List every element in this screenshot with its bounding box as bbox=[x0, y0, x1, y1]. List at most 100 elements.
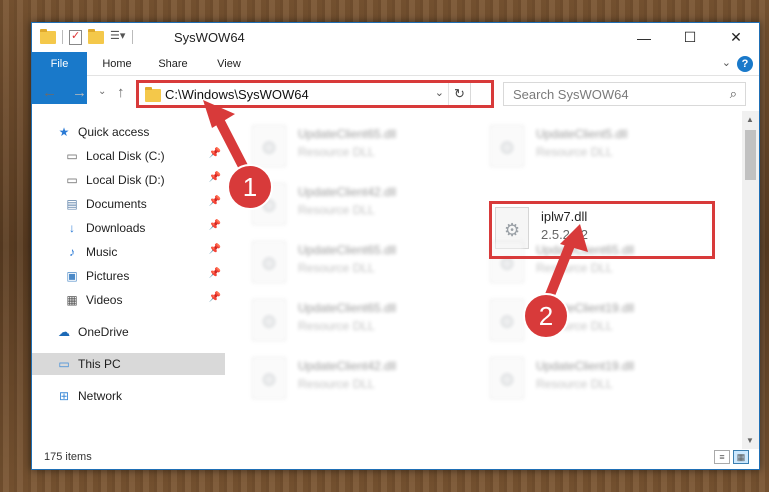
sidebar-item-documents[interactable]: ▤ Documents 📌 bbox=[32, 193, 225, 215]
sidebar-item-onedrive[interactable]: ☁ OneDrive bbox=[32, 321, 225, 343]
sidebar-item-label: Local Disk (C:) bbox=[86, 149, 165, 163]
music-icon: ♪ bbox=[69, 245, 75, 259]
download-icon: ↓ bbox=[69, 221, 75, 235]
expand-ribbon-icon[interactable]: ⌄ bbox=[722, 56, 731, 69]
pin-icon[interactable]: 📌 bbox=[209, 292, 221, 303]
large-icons-view-icon[interactable]: ▦ bbox=[733, 450, 749, 464]
new-folder-icon[interactable] bbox=[88, 28, 104, 44]
sidebar-item-local-disk-c[interactable]: ▭ Local Disk (C:) 📌 bbox=[32, 145, 225, 167]
search-icon[interactable]: ⌕ bbox=[730, 86, 737, 102]
file-name: UpdateClient5.dll bbox=[536, 127, 628, 141]
dll-file-icon bbox=[490, 357, 524, 399]
toolbar-separator bbox=[62, 30, 63, 44]
up-arrow-icon[interactable]: ↑ bbox=[117, 84, 125, 101]
pin-icon[interactable]: 📌 bbox=[209, 148, 221, 159]
drive-icon: ▭ bbox=[66, 173, 78, 187]
list-item[interactable]: UpdateClient19.dll Resource DLL bbox=[490, 353, 720, 405]
sidebar-item-network[interactable]: ⊞ Network bbox=[32, 385, 225, 407]
network-icon: ⊞ bbox=[58, 389, 70, 403]
minimize-button[interactable]: — bbox=[621, 23, 667, 52]
toolbar-separator bbox=[132, 30, 133, 44]
file-highlight-box bbox=[489, 201, 715, 259]
dll-file-icon bbox=[490, 125, 524, 167]
list-item[interactable]: UpdateClient42.dll Resource DLL bbox=[252, 179, 482, 231]
file-description: Resource DLL bbox=[536, 145, 613, 159]
file-name: UpdateClient65.dll bbox=[298, 127, 397, 141]
close-button[interactable]: ✕ bbox=[713, 23, 759, 52]
sidebar-item-label: Pictures bbox=[86, 269, 130, 283]
step-badge-2: 2 bbox=[523, 293, 569, 339]
status-bar: 175 items ≡ ▦ bbox=[32, 447, 759, 469]
sidebar-item-label: Videos bbox=[86, 293, 123, 307]
sidebar-item-quick-access[interactable]: ★ Quick access bbox=[32, 121, 225, 143]
navigation-bar: ← → ⌄ ↑ C:\Windows\SysWOW64 ⌄ ↻ Search S… bbox=[32, 80, 759, 108]
sidebar-item-label: Local Disk (D:) bbox=[86, 173, 165, 187]
ribbon-tabs: File Home Share View ⌄ ? bbox=[32, 52, 759, 104]
view-toggle: ≡ ▦ bbox=[714, 450, 749, 464]
navigation-pane: ★ Quick access ▭ Local Disk (C:) 📌 ▭ Loc… bbox=[32, 117, 225, 449]
document-icon: ▤ bbox=[66, 197, 78, 211]
file-description: Resource DLL bbox=[298, 145, 375, 159]
sidebar-item-label: Documents bbox=[86, 197, 147, 211]
tab-home[interactable]: Home bbox=[92, 52, 142, 76]
pin-icon[interactable]: 📌 bbox=[209, 244, 221, 255]
file-description: Resource DLL bbox=[536, 261, 613, 275]
customize-toolbar-icon[interactable]: ☰▾ bbox=[110, 29, 126, 45]
dll-file-icon bbox=[252, 241, 286, 283]
help-button[interactable]: ? bbox=[737, 56, 753, 72]
sidebar-item-local-disk-d[interactable]: ▭ Local Disk (D:) 📌 bbox=[32, 169, 225, 191]
file-name: UpdateClient19.dll bbox=[536, 359, 635, 373]
sidebar-item-label: OneDrive bbox=[78, 325, 129, 339]
folder-icon[interactable] bbox=[40, 28, 56, 44]
picture-icon: ▣ bbox=[66, 269, 78, 283]
list-item[interactable]: UpdateClient65.dll Resource DLL bbox=[252, 237, 482, 289]
dll-file-icon bbox=[252, 299, 286, 341]
window-controls: — ☐ ✕ bbox=[621, 23, 759, 52]
sidebar-item-label: Network bbox=[78, 389, 123, 403]
step-badge-1: 1 bbox=[227, 164, 273, 210]
star-icon: ★ bbox=[58, 125, 70, 139]
search-input[interactable]: Search SysWOW64 ⌕ bbox=[503, 82, 746, 106]
forward-arrow-icon[interactable]: → bbox=[72, 84, 87, 101]
list-item[interactable]: UpdateClient65.dll Resource DLL bbox=[252, 121, 482, 173]
title-bar: ☰▾ SysWOW64 — ☐ ✕ bbox=[32, 23, 759, 52]
dll-file-icon bbox=[252, 125, 286, 167]
tab-view[interactable]: View bbox=[204, 52, 254, 76]
pin-icon[interactable]: 📌 bbox=[209, 196, 221, 207]
recent-locations-icon[interactable]: ⌄ bbox=[98, 86, 106, 97]
list-item[interactable]: UpdateClient5.dll Resource DLL bbox=[490, 121, 720, 173]
file-list: UpdateClient65.dll Resource DLL UpdateCl… bbox=[227, 111, 741, 451]
list-item[interactable]: UpdateClient65.dll Resource DLL bbox=[252, 295, 482, 347]
address-highlight-box bbox=[136, 80, 494, 108]
pin-icon[interactable]: 📌 bbox=[209, 268, 221, 279]
list-item[interactable]: UpdateClient42.dll Resource DLL bbox=[252, 353, 482, 405]
back-arrow-icon[interactable]: ← bbox=[42, 84, 57, 101]
maximize-button[interactable]: ☐ bbox=[667, 23, 713, 52]
details-view-icon[interactable]: ≡ bbox=[714, 450, 730, 464]
pin-icon[interactable]: 📌 bbox=[209, 220, 221, 231]
scrollbar-thumb[interactable] bbox=[745, 130, 756, 180]
file-description: Resource DLL bbox=[298, 261, 375, 275]
file-name: UpdateClient65.dll bbox=[298, 243, 397, 257]
quick-access-toolbar: ☰▾ bbox=[40, 28, 133, 45]
tab-share[interactable]: Share bbox=[148, 52, 198, 76]
properties-icon[interactable] bbox=[69, 29, 82, 45]
scroll-up-icon[interactable]: ▲ bbox=[746, 115, 754, 124]
scroll-down-icon[interactable]: ▼ bbox=[746, 436, 754, 445]
explorer-window: ☰▾ SysWOW64 — ☐ ✕ File Home Share View ⌄… bbox=[31, 22, 760, 470]
sidebar-item-downloads[interactable]: ↓ Downloads 📌 bbox=[32, 217, 225, 239]
file-description: Resource DLL bbox=[298, 319, 375, 333]
sidebar-item-label: Quick access bbox=[78, 125, 150, 139]
sidebar-item-pictures[interactable]: ▣ Pictures 📌 bbox=[32, 265, 225, 287]
vertical-scrollbar[interactable]: ▲ ▼ bbox=[742, 111, 759, 449]
dll-file-icon bbox=[252, 357, 286, 399]
cloud-icon: ☁ bbox=[58, 325, 70, 339]
sidebar-item-label: Music bbox=[86, 245, 118, 259]
computer-icon: ▭ bbox=[58, 357, 70, 371]
sidebar-item-this-pc[interactable]: ▭ This PC bbox=[32, 353, 225, 375]
file-description: Resource DLL bbox=[298, 203, 375, 217]
file-name: UpdateClient42.dll bbox=[298, 359, 397, 373]
pin-icon[interactable]: 📌 bbox=[209, 172, 221, 183]
sidebar-item-music[interactable]: ♪ Music 📌 bbox=[32, 241, 225, 263]
sidebar-item-videos[interactable]: ▦ Videos 📌 bbox=[32, 289, 225, 311]
